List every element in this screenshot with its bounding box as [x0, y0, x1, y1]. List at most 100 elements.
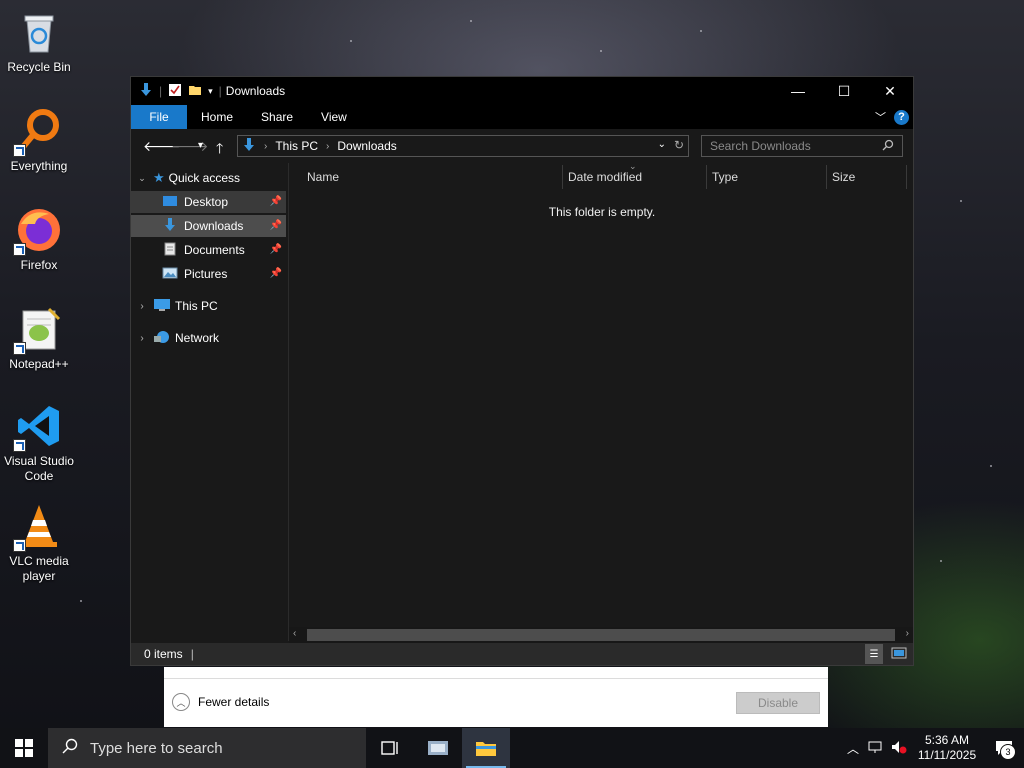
- pictures-icon: [162, 266, 178, 283]
- desktop-icon-vscode[interactable]: Visual Studio Code: [0, 402, 78, 484]
- details-view-icon[interactable]: ☰: [865, 644, 883, 664]
- nav-item-desktop[interactable]: Desktop 📌: [131, 191, 286, 213]
- clock-date: 11/11/2025: [917, 748, 977, 762]
- task-view-button[interactable]: [366, 728, 414, 768]
- properties-icon[interactable]: [168, 83, 182, 100]
- close-button[interactable]: ✕: [867, 77, 913, 105]
- breadcrumb-downloads[interactable]: Downloads: [337, 139, 396, 153]
- windows-logo-icon: [15, 739, 33, 757]
- nav-quick-access[interactable]: ⌄ ★ Quick access: [131, 167, 286, 189]
- shortcut-arrow-icon: [13, 342, 26, 355]
- minimize-button[interactable]: —: [775, 77, 821, 105]
- ribbon-tabs: File Home Share View ﹀ ?: [131, 105, 913, 129]
- taskbar-search[interactable]: Type here to search: [48, 728, 366, 768]
- notification-count-badge: 3: [1000, 744, 1016, 760]
- recycle-bin-label: Recycle Bin: [7, 60, 71, 74]
- breadcrumb-this-pc[interactable]: This PC: [275, 139, 318, 153]
- taskbar-app-file-explorer[interactable]: [462, 728, 510, 768]
- task-view-icon: [381, 741, 398, 755]
- expand-chevron-icon[interactable]: ›: [131, 333, 153, 344]
- shortcut-arrow-icon: [13, 144, 26, 157]
- volume-muted-icon[interactable]: [888, 740, 910, 757]
- scroll-left-icon[interactable]: ‹: [293, 628, 296, 639]
- quick-access-label: Quick access: [168, 171, 241, 185]
- tab-file[interactable]: File: [131, 105, 187, 129]
- expand-chevron-icon[interactable]: ⌄: [131, 173, 153, 184]
- desktop-icon-firefox[interactable]: Firefox: [0, 206, 78, 273]
- vscode-label: Visual Studio Code: [4, 454, 74, 483]
- column-size[interactable]: Size: [832, 163, 855, 191]
- vlc-label: VLC media player: [9, 554, 69, 583]
- new-folder-icon[interactable]: [188, 83, 202, 100]
- status-bar: 0 items | ☰: [131, 643, 913, 665]
- recycle-bin-icon: [15, 8, 63, 56]
- desktop-icon-notepadpp[interactable]: Notepad++: [0, 305, 78, 372]
- column-name[interactable]: Name: [307, 163, 339, 191]
- refresh-icon[interactable]: ↻: [674, 138, 684, 152]
- action-center-button[interactable]: 3: [984, 728, 1024, 768]
- large-icons-view-icon[interactable]: [891, 647, 907, 662]
- taskbar-search-placeholder: Type here to search: [90, 739, 223, 757]
- desktop-icon-everything[interactable]: Everything: [0, 107, 78, 174]
- taskbar-app-settings[interactable]: [414, 728, 462, 768]
- tab-view[interactable]: View: [307, 105, 361, 129]
- downloads-arrow-icon: [139, 82, 153, 100]
- column-divider[interactable]: [826, 165, 827, 189]
- address-field[interactable]: › This PC › Downloads ⌄ ↻: [237, 135, 689, 157]
- chevron-up-icon: ︿: [172, 693, 190, 711]
- scrollbar-thumb[interactable]: [307, 629, 895, 641]
- start-button[interactable]: [0, 728, 48, 768]
- customize-dropdown-icon[interactable]: ▾: [208, 86, 213, 97]
- chevron-up-icon[interactable]: ︿: [842, 740, 864, 757]
- nav-label: This PC: [175, 299, 218, 313]
- breadcrumb-separator: ›: [264, 140, 268, 152]
- expand-ribbon-icon[interactable]: ﹀: [875, 109, 886, 125]
- column-type[interactable]: Type: [712, 163, 738, 191]
- nav-item-downloads[interactable]: Downloads 📌: [131, 215, 286, 237]
- everything-search-icon: [13, 107, 63, 157]
- pin-icon[interactable]: 📌: [270, 220, 282, 231]
- horizontal-scrollbar[interactable]: ‹ ›: [289, 627, 913, 643]
- clock[interactable]: 5:36 AM 11/11/2025: [910, 733, 984, 763]
- vscode-icon: [13, 402, 63, 452]
- nav-item-network[interactable]: › Network: [131, 327, 286, 349]
- nav-label: Documents: [184, 243, 245, 257]
- column-divider[interactable]: [906, 165, 907, 189]
- everything-label: Everything: [10, 159, 68, 173]
- column-divider[interactable]: [562, 165, 563, 189]
- control-panel-icon: [428, 741, 448, 755]
- maximize-button[interactable]: ☐: [821, 77, 867, 105]
- recent-locations-icon[interactable]: ▾: [198, 140, 203, 151]
- tab-home[interactable]: Home: [187, 105, 247, 129]
- nav-item-documents[interactable]: Documents 📌: [131, 239, 286, 261]
- up-arrow-icon[interactable]: 🡑: [216, 138, 223, 162]
- title-bar[interactable]: | ▾ | Downloads — ☐ ✕: [131, 77, 913, 105]
- sort-chevron-icon: ⌄: [629, 161, 637, 171]
- item-count: 0 items: [144, 647, 183, 661]
- address-dropdown-icon[interactable]: ⌄: [658, 139, 666, 150]
- search-input[interactable]: Search Downloads: [701, 135, 903, 157]
- nav-item-this-pc[interactable]: › This PC: [131, 295, 286, 317]
- taskbar: Type here to search ︿ 5:36 AM 11/11/2025…: [0, 728, 1024, 768]
- disable-button[interactable]: Disable: [736, 692, 820, 714]
- desktop-icon-recycle-bin[interactable]: Recycle Bin: [0, 8, 78, 75]
- nav-label: Downloads: [184, 219, 244, 233]
- nav-item-pictures[interactable]: Pictures 📌: [131, 263, 286, 285]
- computer-icon: [153, 298, 171, 315]
- expand-chevron-icon[interactable]: ›: [131, 301, 153, 312]
- nav-label: Desktop: [184, 195, 229, 209]
- scroll-right-icon[interactable]: ›: [906, 628, 909, 639]
- downloads-arrow-icon: [164, 217, 176, 235]
- search-icon: [62, 738, 78, 758]
- help-icon[interactable]: ?: [894, 109, 909, 125]
- network-status-icon[interactable]: [864, 740, 888, 757]
- search-icon: [882, 139, 894, 154]
- pin-icon[interactable]: 📌: [270, 244, 282, 255]
- status-divider: |: [190, 647, 194, 661]
- column-divider[interactable]: [706, 165, 707, 189]
- tab-share[interactable]: Share: [247, 105, 307, 129]
- pin-icon[interactable]: 📌: [270, 196, 282, 207]
- fewer-details-toggle[interactable]: ︿ Fewer details: [172, 693, 269, 711]
- pin-icon[interactable]: 📌: [270, 268, 282, 279]
- desktop-icon-vlc[interactable]: VLC media player: [0, 502, 78, 584]
